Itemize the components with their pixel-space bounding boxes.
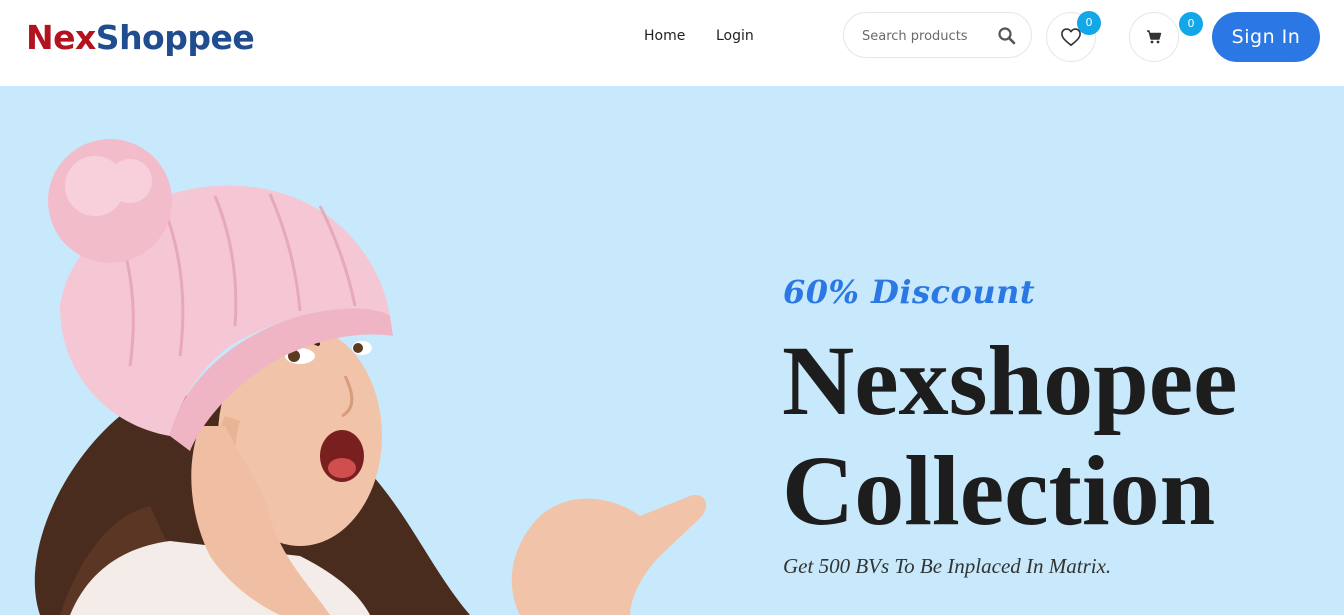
- hero-subtitle: Get 500 BVs To Be Inplaced In Matrix.: [783, 554, 1112, 578]
- cart-button[interactable]: [1129, 12, 1179, 62]
- discount-label: 60% Discount: [783, 273, 1036, 311]
- nav-login[interactable]: Login: [716, 27, 754, 45]
- logo[interactable]: NexShoppee: [26, 18, 255, 58]
- sign-in-button[interactable]: Sign In: [1212, 12, 1320, 62]
- hero-model-image: [34, 139, 707, 615]
- cart-icon: [1147, 30, 1162, 44]
- wishlist-count-badge: 0: [1077, 11, 1101, 35]
- nav-home[interactable]: Home: [644, 27, 685, 45]
- search-input[interactable]: [862, 25, 992, 47]
- hero-banner: 60% Discount Nexshopee Collection Get 50…: [0, 86, 1344, 615]
- search-icon[interactable]: [997, 26, 1017, 46]
- logo-part1: Nex: [26, 18, 96, 57]
- hero-title-line1: Nexshopee: [782, 325, 1238, 436]
- cart-count-badge: 0: [1179, 12, 1203, 36]
- logo-part2: Shoppee: [95, 18, 255, 57]
- search-box: [843, 12, 1032, 58]
- site-header: NexShoppee Home Login 0 0 Sign In: [0, 0, 1344, 86]
- hero-title-line2: Collection: [782, 435, 1216, 546]
- hero-title: Nexshopee Collection: [782, 326, 1238, 546]
